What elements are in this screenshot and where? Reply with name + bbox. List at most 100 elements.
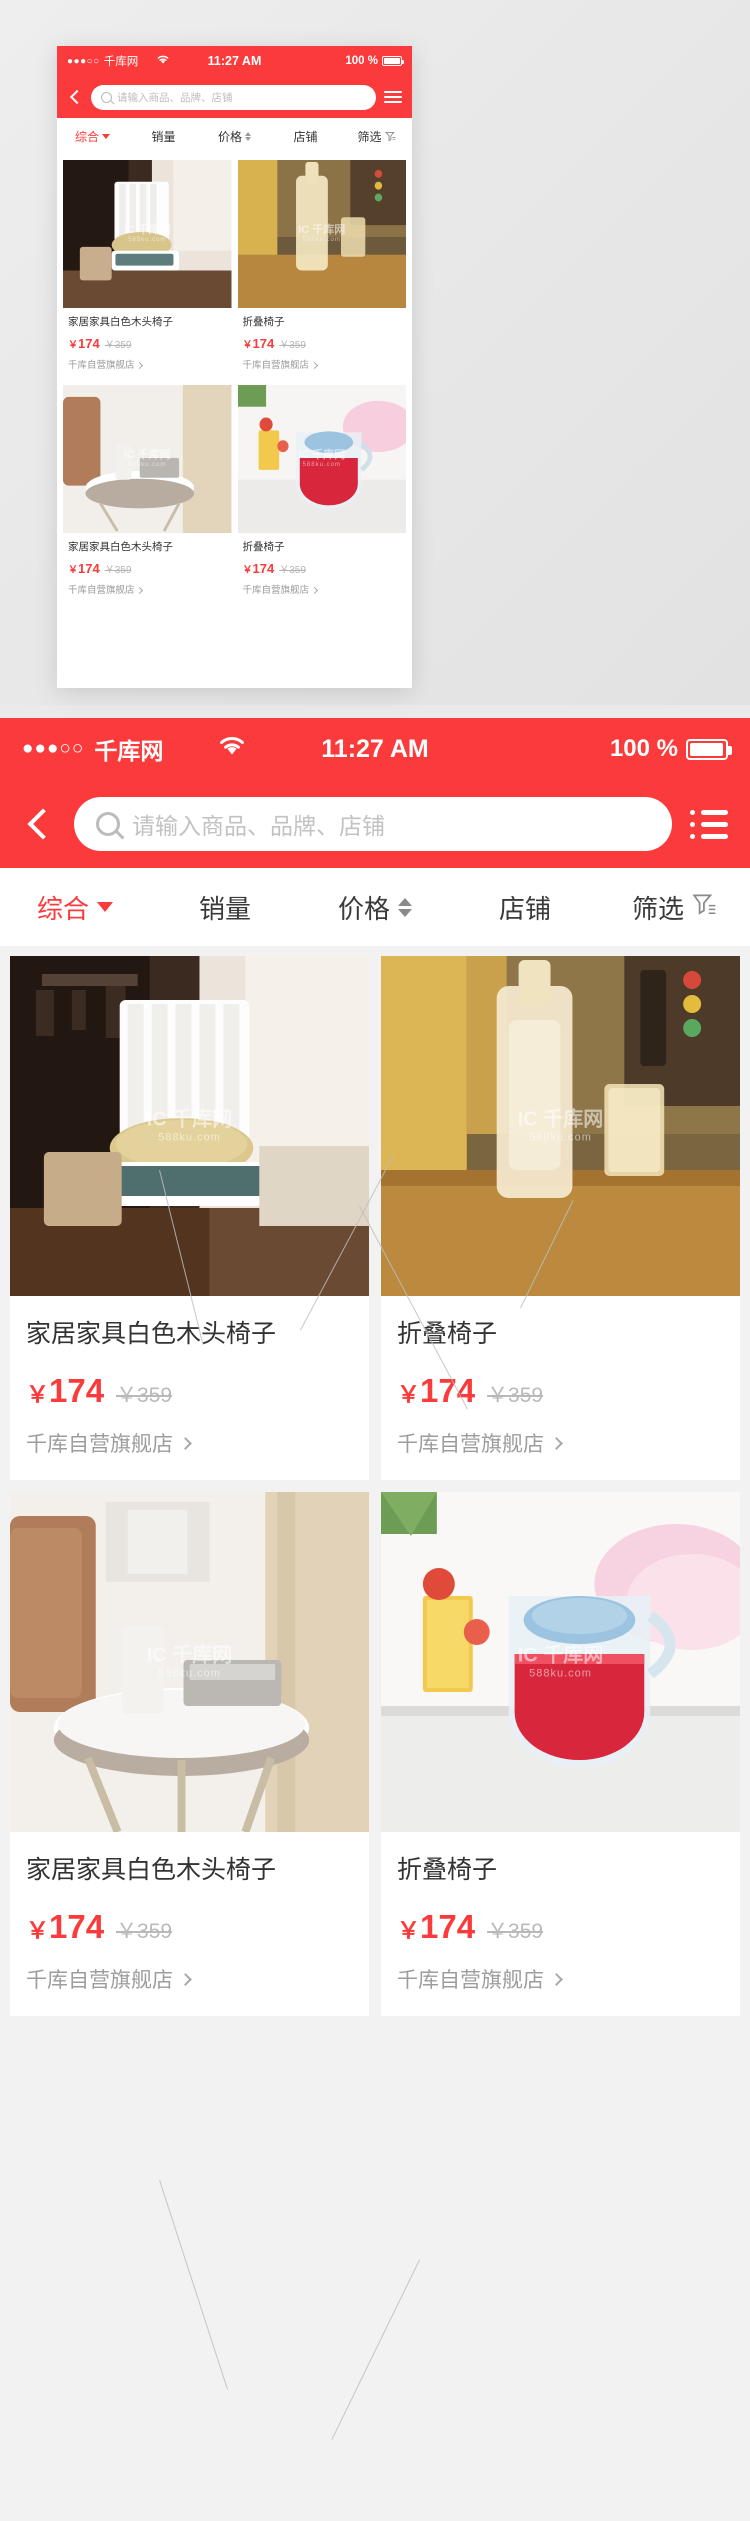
product-original-price: ￥359: [279, 565, 306, 576]
tab-filter[interactable]: 筛选: [600, 889, 750, 926]
product-price: ￥174: [26, 1908, 104, 1946]
product-price: ￥174: [243, 561, 275, 576]
product-price-row: ￥174 ￥359: [243, 336, 402, 351]
tab-label: 店铺: [498, 893, 551, 924]
status-bar: ●●●○○ 千库网 11:27 AM 100 %: [0, 718, 750, 780]
product-original-price: ￥359: [487, 1920, 544, 1943]
product-shop[interactable]: 千库自营旗舰店: [397, 1964, 724, 1994]
product-title: 家居家具白色木头椅子: [68, 316, 173, 328]
currency-symbol: ￥: [242, 565, 253, 576]
status-bar-small: ●●●○○ 千库网 11:27 AM 100 %: [57, 46, 412, 76]
currency-symbol: ￥: [397, 1381, 420, 1407]
product-title: 折叠椅子: [242, 541, 285, 553]
tab-label: 价格: [337, 893, 390, 924]
product-price: ￥174: [397, 1908, 475, 1946]
product-card[interactable]: IC 千库网 588ku.com 折叠椅子 ￥174 ￥359 千库自营旗舰店: [381, 956, 740, 1480]
product-meta: 折叠椅子 ￥174 ￥359 千库自营旗舰店: [238, 308, 407, 379]
product-price-row: ￥174 ￥359: [397, 1372, 724, 1410]
product-card[interactable]: IC 千库网 588ku.com 家居家具白色木头椅子 ￥174 ￥359 千库…: [10, 956, 369, 1480]
product-price: ￥174: [68, 336, 100, 351]
chevron-down-icon: [102, 133, 110, 139]
tab-price[interactable]: 价格: [300, 889, 450, 926]
tab-shop[interactable]: 店铺: [450, 889, 600, 926]
product-title: 折叠椅子: [397, 1320, 498, 1348]
list-menu-icon[interactable]: [384, 91, 402, 103]
product-title: 家居家具白色木头椅子: [26, 1856, 277, 1884]
preview-phone-small: ●●●○○ 千库网 11:27 AM 100 % 请输入商品、品牌、店铺 综合 …: [57, 46, 412, 688]
product-shop[interactable]: 千库自营旗舰店: [243, 357, 402, 371]
wifi-icon: [156, 54, 170, 68]
product-price: ￥174: [243, 336, 275, 351]
product-original-price: ￥359: [116, 1384, 173, 1407]
product-shop[interactable]: 千库自营旗舰店: [26, 1964, 353, 1994]
tab-filter[interactable]: 筛选: [341, 128, 412, 145]
sort-updown-icon: [245, 131, 251, 141]
price-value: 174: [49, 1908, 105, 1945]
list-menu-icon[interactable]: [690, 809, 728, 839]
back-chevron-icon[interactable]: [67, 89, 83, 105]
product-price: ￥174: [68, 561, 100, 576]
product-image: IC 千库网 588ku.com: [381, 1492, 740, 1832]
chevron-right-icon: [179, 1972, 192, 1986]
product-title: 折叠椅子: [397, 1856, 498, 1884]
search-input[interactable]: 请输入商品、品牌、店铺: [74, 797, 672, 851]
product-shop[interactable]: 千库自营旗舰店: [26, 1428, 353, 1458]
tab-comprehensive[interactable]: 综合: [0, 889, 150, 926]
product-original-price: ￥359: [116, 1920, 173, 1943]
product-title: 家居家具白色木头椅子: [26, 1320, 277, 1348]
product-card[interactable]: IC 千库网 588ku.com 折叠椅子 ￥174 ￥359 千库自营旗舰店: [381, 1492, 740, 2016]
chevron-right-icon: [136, 586, 144, 595]
search-icon: [101, 91, 112, 103]
price-value: 174: [252, 561, 275, 576]
price-value: 174: [78, 336, 100, 351]
price-value: 174: [49, 1372, 105, 1409]
funnel-icon: [384, 131, 396, 142]
product-shop[interactable]: 千库自营旗舰店: [68, 582, 227, 596]
tab-label: 筛选: [357, 129, 382, 144]
shop-name: 千库自营旗舰店: [26, 1433, 173, 1456]
sort-updown-icon: [398, 897, 412, 917]
battery-icon: [686, 738, 732, 760]
tab-sales[interactable]: 销量: [150, 889, 300, 926]
shop-name: 千库自营旗舰店: [68, 360, 135, 371]
tab-sales[interactable]: 销量: [128, 128, 199, 145]
filter-tab-bar: 综合 销量 价格 店铺 筛选: [0, 868, 750, 946]
battery-icon: [382, 56, 404, 66]
product-price-row: ￥174 ￥359: [26, 1908, 353, 1946]
product-shop[interactable]: 千库自营旗舰店: [68, 357, 227, 371]
product-meta: 折叠椅子 ￥174 ￥359 千库自营旗舰店: [381, 1296, 740, 1480]
tab-shop[interactable]: 店铺: [270, 128, 341, 145]
price-value: 174: [252, 336, 275, 351]
product-card[interactable]: IC 千库网 588ku.com 家居家具白色木头椅子 ￥174 ￥359 千库…: [63, 385, 232, 604]
search-input[interactable]: 请输入商品、品牌、店铺: [91, 84, 376, 110]
product-price-row: ￥174 ￥359: [397, 1908, 724, 1946]
battery-area: 100 %: [345, 55, 404, 67]
tab-label: 价格: [217, 129, 242, 144]
product-price: ￥174: [26, 1372, 104, 1410]
product-card[interactable]: IC 千库网 588ku.com 折叠椅子 ￥174 ￥359 千库自营旗舰店: [237, 385, 406, 604]
price-value: 174: [420, 1372, 476, 1409]
price-value: 174: [420, 1908, 476, 1945]
product-grid: IC 千库网 588ku.com 家居家具白色木头椅子 ￥174 ￥359 千库…: [0, 946, 750, 2030]
product-card[interactable]: IC 千库网 588ku.com 折叠椅子 ￥174 ￥359 千库自营旗舰店: [237, 160, 407, 379]
currency-symbol: ￥: [26, 1917, 49, 1943]
tab-price[interactable]: 价格: [199, 128, 270, 145]
product-image: IC 千库网 588ku.com: [63, 385, 232, 533]
back-chevron-icon[interactable]: [22, 807, 56, 841]
carrier-label: 千库网: [103, 56, 139, 68]
chevron-down-icon: [97, 902, 113, 912]
tab-comprehensive[interactable]: 综合: [57, 128, 128, 145]
product-shop[interactable]: 千库自营旗舰店: [397, 1428, 724, 1458]
search-placeholder: 请输入商品、品牌、店铺: [132, 813, 385, 839]
product-original-price: ￥359: [104, 565, 132, 576]
product-image: IC 千库网 588ku.com: [10, 956, 369, 1296]
product-shop[interactable]: 千库自营旗舰店: [243, 582, 402, 596]
product-meta: 家居家具白色木头椅子 ￥174 ￥359 千库自营旗舰店: [63, 533, 232, 604]
currency-symbol: ￥: [397, 1917, 420, 1943]
tab-label: 综合: [36, 893, 89, 924]
product-card[interactable]: IC 千库网 588ku.com 家居家具白色木头椅子 ￥174 ￥359 千库…: [10, 1492, 369, 2016]
product-card[interactable]: IC 千库网 588ku.com 家居家具白色木头椅子 ￥174 ￥359 千库…: [63, 160, 232, 379]
signal-dots-icon: ●●●○○: [67, 55, 100, 67]
search-bar-small: 请输入商品、品牌、店铺: [57, 76, 412, 118]
product-price-row: ￥174 ￥359: [243, 561, 402, 576]
